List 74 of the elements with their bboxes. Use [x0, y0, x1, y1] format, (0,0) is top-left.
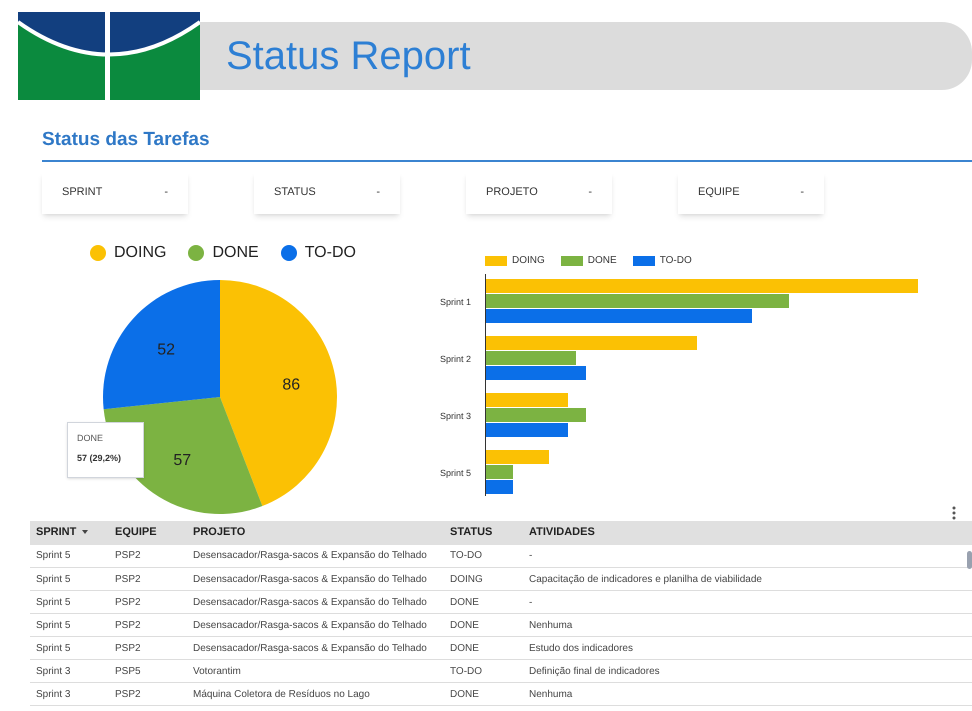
legend-label: TO-DO [304, 242, 356, 262]
table-cell: TO-DO [450, 666, 482, 676]
category-label: Sprint 5 [440, 467, 472, 480]
tooltip: DONE 57 (29,2%) [67, 422, 144, 478]
bar[interactable] [486, 350, 576, 364]
table-cell: Nenhuma [529, 688, 572, 700]
table-cell: Sprint 3 [36, 688, 70, 700]
table-cell: Desensacador/Rasga-sacos & Expansão do Telhado [193, 642, 427, 654]
table-cell: PSP2 [115, 596, 141, 608]
table-cell: Sprint 3 [36, 666, 70, 676]
filter-dropdown[interactable]: SPRINT - [42, 172, 188, 214]
table-cell: PSP2 [115, 620, 141, 630]
table-cell: DONE [450, 620, 479, 630]
table-cell: DOING [450, 574, 483, 584]
table-cell: Definição final de indicadores [529, 666, 660, 676]
table-cell: Sprint 5 [36, 642, 70, 654]
sort-icon[interactable] [82, 530, 88, 534]
table-cell: PSP2 [115, 574, 141, 584]
column-header[interactable]: STATUS [450, 526, 492, 538]
bar[interactable] [486, 408, 586, 422]
pie-slice[interactable] [220, 280, 337, 506]
table-cell: PSP5 [115, 666, 141, 676]
legend-label: DONE [212, 242, 259, 262]
table-cell: TO-DO [450, 550, 482, 562]
pie-slice[interactable] [103, 280, 220, 409]
table-cell: PSP2 [115, 688, 141, 700]
column-header[interactable]: SPRINT [36, 526, 88, 538]
filter-dropdown[interactable]: PROJETO - [466, 172, 612, 214]
legend-label: TO-DO [660, 254, 692, 268]
table-cell: Capacitação de indicadores e planilha de viabilidade [529, 574, 762, 584]
table-cell: Sprint 5 [36, 596, 70, 608]
table-cell: Votorantim [193, 666, 241, 676]
column-header[interactable]: EQUIPE [115, 526, 157, 538]
bar[interactable] [486, 308, 752, 322]
table-cell: Desensacador/Rasga-sacos & Expansão do Telhado [193, 550, 427, 562]
bar[interactable] [486, 480, 513, 494]
page-title: Status Report [226, 33, 471, 80]
table-cell: Nenhuma [529, 620, 572, 630]
legend-label: DOING [512, 254, 545, 268]
table-cell: Desensacador/Rasga-sacos & Expansão do Telhado [193, 574, 427, 584]
table-cell: Desensacador/Rasga-sacos & Expansão do Telhado [193, 596, 427, 608]
table-cell: Estudo dos indicadores [529, 642, 633, 654]
filter-dropdown[interactable]: EQUIPE - [678, 172, 824, 214]
table-cell: Sprint 5 [36, 574, 70, 584]
table-cell: - [529, 550, 532, 562]
table-cell: PSP2 [115, 642, 141, 654]
category-label: Sprint 3 [440, 410, 472, 424]
bar[interactable] [486, 422, 568, 436]
table-cell: DONE [450, 596, 479, 608]
bar[interactable] [486, 366, 586, 380]
table-cell: DONE [450, 688, 479, 700]
table-cell: Sprint 5 [36, 550, 70, 562]
bar[interactable] [486, 464, 513, 478]
more-options-icon[interactable] [952, 506, 956, 520]
column-header[interactable]: ATIVIDADES [529, 526, 595, 538]
table-cell: - [529, 596, 532, 608]
table-cell: Sprint 5 [36, 620, 70, 630]
scrollbar[interactable] [967, 550, 972, 568]
slice-label: 57 [173, 451, 192, 468]
table-cell: Máquina Coletora de Resíduos no Lago [193, 688, 370, 700]
slice-label: 86 [282, 376, 300, 394]
legend-label: DONE [588, 254, 617, 268]
table-cell: Desensacador/Rasga-sacos & Expansão do Telhado [193, 620, 427, 630]
column-header[interactable]: PROJETO [193, 526, 246, 538]
category-label: Sprint 1 [440, 296, 472, 310]
table-cell: DONE [450, 642, 479, 654]
section-title: Status das Tarefas [42, 128, 210, 152]
bar[interactable] [486, 294, 789, 308]
filter-dropdown[interactable]: STATUS - [254, 172, 400, 214]
logo-icon [18, 12, 200, 100]
table-cell: PSP2 [115, 550, 141, 562]
legend-label: DOING [114, 242, 166, 262]
slice-label: 52 [157, 340, 175, 358]
category-label: Sprint 2 [440, 353, 472, 366]
